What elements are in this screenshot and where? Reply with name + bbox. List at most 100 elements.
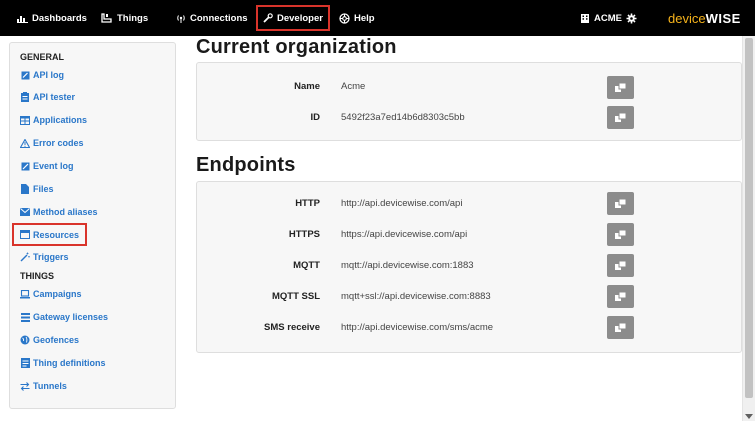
sidebar-item-label: Triggers bbox=[33, 252, 69, 262]
endpoint-mqtt-label: MQTT bbox=[293, 260, 320, 271]
sidebar-item-label: Campaigns bbox=[33, 289, 82, 299]
copy-icon bbox=[615, 292, 626, 301]
things-icon bbox=[101, 13, 113, 23]
sidebar-item-api-tester[interactable]: API tester bbox=[20, 90, 75, 104]
endpoint-sms-label: SMS receive bbox=[264, 322, 320, 333]
laptop-icon bbox=[20, 289, 30, 299]
sidebar: GENERAL API log API tester Applications … bbox=[9, 42, 176, 409]
sidebar-item-label: Resources bbox=[33, 229, 80, 240]
nav-developer-label: Developer bbox=[277, 12, 323, 24]
nav-help[interactable]: Help bbox=[339, 0, 375, 36]
copy-icon bbox=[615, 323, 626, 332]
nav-things[interactable]: Things bbox=[101, 0, 148, 36]
endpoint-mqtt-value: mqtt://api.devicewise.com:1883 bbox=[341, 260, 474, 271]
copy-icon bbox=[615, 261, 626, 270]
org-panel: Name Acme ID 5492f23a7ed14b6d8303c5bb bbox=[196, 62, 742, 141]
signal-icon bbox=[176, 14, 186, 23]
copy-icon bbox=[615, 113, 626, 122]
org-label: ACME bbox=[594, 12, 622, 24]
copy-mqtt-button[interactable] bbox=[607, 254, 634, 277]
sidebar-item-thing-definitions[interactable]: Thing definitions bbox=[20, 356, 106, 370]
org-id-label: ID bbox=[310, 112, 321, 123]
clipboard-icon bbox=[20, 92, 30, 102]
sidebar-item-triggers[interactable]: Triggers bbox=[20, 250, 69, 264]
copy-https-button[interactable] bbox=[607, 223, 634, 246]
list-icon bbox=[20, 312, 30, 322]
sidebar-item-label: Applications bbox=[33, 115, 88, 125]
copy-mqtt-ssl-button[interactable] bbox=[607, 285, 634, 308]
sidebar-item-label: Gateway licenses bbox=[33, 312, 109, 322]
warning-icon bbox=[20, 138, 30, 148]
sidebar-item-label: Method aliases bbox=[33, 207, 98, 217]
org-name-value: Acme bbox=[341, 81, 366, 92]
settings-button[interactable] bbox=[626, 0, 641, 36]
document-icon bbox=[20, 358, 30, 368]
globe-icon bbox=[20, 335, 30, 345]
scroll-down-arrow-icon[interactable] bbox=[745, 414, 753, 419]
nav-developer[interactable]: Developer bbox=[256, 5, 330, 31]
sidebar-item-applications[interactable]: Applications bbox=[20, 113, 87, 127]
gear-icon bbox=[626, 13, 637, 24]
table-icon bbox=[20, 115, 30, 125]
sidebar-item-error-codes[interactable]: Error codes bbox=[20, 136, 84, 150]
org-switcher[interactable]: ACME bbox=[580, 0, 622, 36]
brand-logo-part1: device bbox=[668, 10, 706, 26]
org-section-title: Current organization bbox=[196, 36, 397, 58]
endpoint-mqtt-ssl-value: mqtt+ssl://api.devicewise.com:8883 bbox=[341, 291, 491, 302]
nav-connections-label: Connections bbox=[190, 12, 248, 24]
edit-log-icon bbox=[20, 162, 30, 171]
endpoint-sms-value: http://api.devicewise.com/sms/acme bbox=[341, 322, 494, 333]
copy-id-button[interactable] bbox=[607, 106, 634, 129]
endpoint-https-label: HTTPS bbox=[288, 229, 320, 240]
sidebar-item-label: Geofences bbox=[33, 335, 80, 345]
magic-wand-icon bbox=[20, 252, 30, 262]
org-id-value: 5492f23a7ed14b6d8303c5bb bbox=[341, 112, 465, 123]
sidebar-heading-general: GENERAL bbox=[20, 52, 65, 62]
help-lifebuoy-icon bbox=[339, 12, 350, 24]
nav-dashboards[interactable]: Dashboards bbox=[17, 0, 87, 36]
endpoints-panel: HTTP http://api.devicewise.com/api HTTPS… bbox=[196, 181, 742, 353]
sidebar-item-label: API tester bbox=[33, 92, 76, 102]
top-nav-bar: Dashboards Things Connections Developer … bbox=[0, 0, 755, 36]
sidebar-item-label: Thing definitions bbox=[33, 358, 106, 368]
sidebar-item-resources[interactable]: Resources bbox=[12, 223, 88, 246]
endpoint-http-label: HTTP bbox=[295, 198, 320, 209]
wrench-icon bbox=[263, 13, 273, 23]
sidebar-heading-things: THINGS bbox=[20, 271, 55, 281]
sidebar-item-files[interactable]: Files bbox=[20, 182, 54, 196]
file-icon bbox=[20, 184, 30, 194]
brand-logo-part2: WISE bbox=[705, 10, 741, 26]
endpoint-mqtt-ssl-label: MQTT SSL bbox=[271, 291, 320, 302]
envelope-icon bbox=[20, 208, 30, 216]
nav-dashboards-label: Dashboards bbox=[32, 12, 87, 24]
sidebar-item-label: Error codes bbox=[33, 138, 84, 148]
building-icon bbox=[580, 13, 590, 23]
copy-icon bbox=[615, 83, 626, 92]
sidebar-item-campaigns[interactable]: Campaigns bbox=[20, 287, 82, 301]
bar-chart-icon bbox=[17, 14, 28, 23]
vertical-scrollbar[interactable] bbox=[742, 36, 755, 421]
endpoints-section-title: Endpoints bbox=[196, 154, 296, 176]
sidebar-item-tunnels[interactable]: Tunnels bbox=[20, 379, 67, 393]
nav-connections[interactable]: Connections bbox=[176, 0, 248, 36]
sidebar-item-gateway-licenses[interactable]: Gateway licenses bbox=[20, 310, 108, 324]
swap-icon bbox=[20, 381, 30, 391]
log-icon bbox=[20, 71, 30, 80]
sidebar-item-label: Files bbox=[33, 184, 54, 194]
window-icon bbox=[20, 230, 30, 239]
sidebar-item-api-log[interactable]: API log bbox=[20, 68, 64, 82]
scrollbar-thumb[interactable] bbox=[745, 38, 753, 398]
copy-http-button[interactable] bbox=[607, 192, 634, 215]
copy-name-button[interactable] bbox=[607, 76, 634, 99]
endpoint-https-value: https://api.devicewise.com/api bbox=[341, 229, 468, 240]
copy-icon bbox=[615, 230, 626, 239]
endpoint-http-value: http://api.devicewise.com/api bbox=[341, 198, 463, 209]
copy-icon bbox=[615, 199, 626, 208]
nav-things-label: Things bbox=[117, 12, 149, 24]
sidebar-item-event-log[interactable]: Event log bbox=[20, 159, 74, 173]
sidebar-item-method-aliases[interactable]: Method aliases bbox=[20, 205, 98, 219]
brand-logo[interactable]: device WISE bbox=[668, 0, 741, 36]
copy-sms-button[interactable] bbox=[607, 316, 634, 339]
sidebar-item-geofences[interactable]: Geofences bbox=[20, 333, 79, 347]
sidebar-item-label: API log bbox=[33, 70, 64, 80]
